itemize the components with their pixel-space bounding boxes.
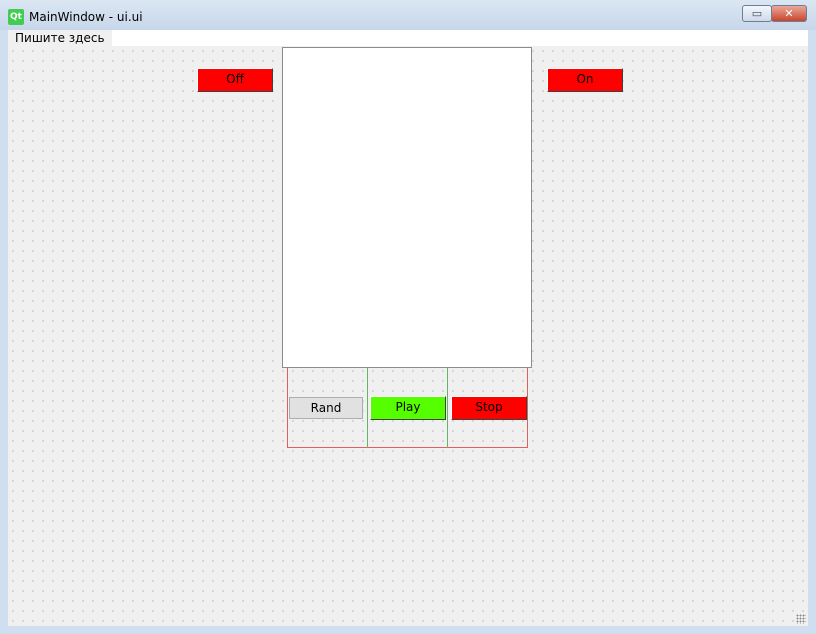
stop-button[interactable]: Stop: [451, 396, 527, 420]
on-button[interactable]: On: [547, 68, 623, 92]
menu-bar: Пишите здесь: [8, 30, 808, 46]
layout-separator: [367, 368, 368, 448]
main-window: Qt MainWindow - ui.ui ▭ ✕ Пишите здесь O…: [0, 0, 816, 634]
close-icon: ✕: [784, 7, 794, 20]
title-bar[interactable]: Qt MainWindow - ui.ui ▭ ✕: [0, 0, 816, 30]
minimize-icon: ▭: [751, 7, 763, 20]
close-button[interactable]: ✕: [771, 5, 807, 22]
window-title: MainWindow - ui.ui: [29, 10, 143, 24]
layout-separator: [447, 368, 448, 448]
play-button[interactable]: Play: [370, 396, 446, 420]
qt-logo-icon: Qt: [8, 9, 24, 25]
drawing-area[interactable]: [282, 47, 532, 368]
menu-item-type-here[interactable]: Пишите здесь: [8, 30, 112, 46]
form-canvas: Off On Rand Play Stop: [8, 46, 808, 626]
off-button[interactable]: Off: [197, 68, 273, 92]
minimize-button[interactable]: ▭: [742, 5, 772, 22]
resize-grip-icon[interactable]: [796, 614, 806, 624]
rand-button[interactable]: Rand: [289, 397, 363, 419]
